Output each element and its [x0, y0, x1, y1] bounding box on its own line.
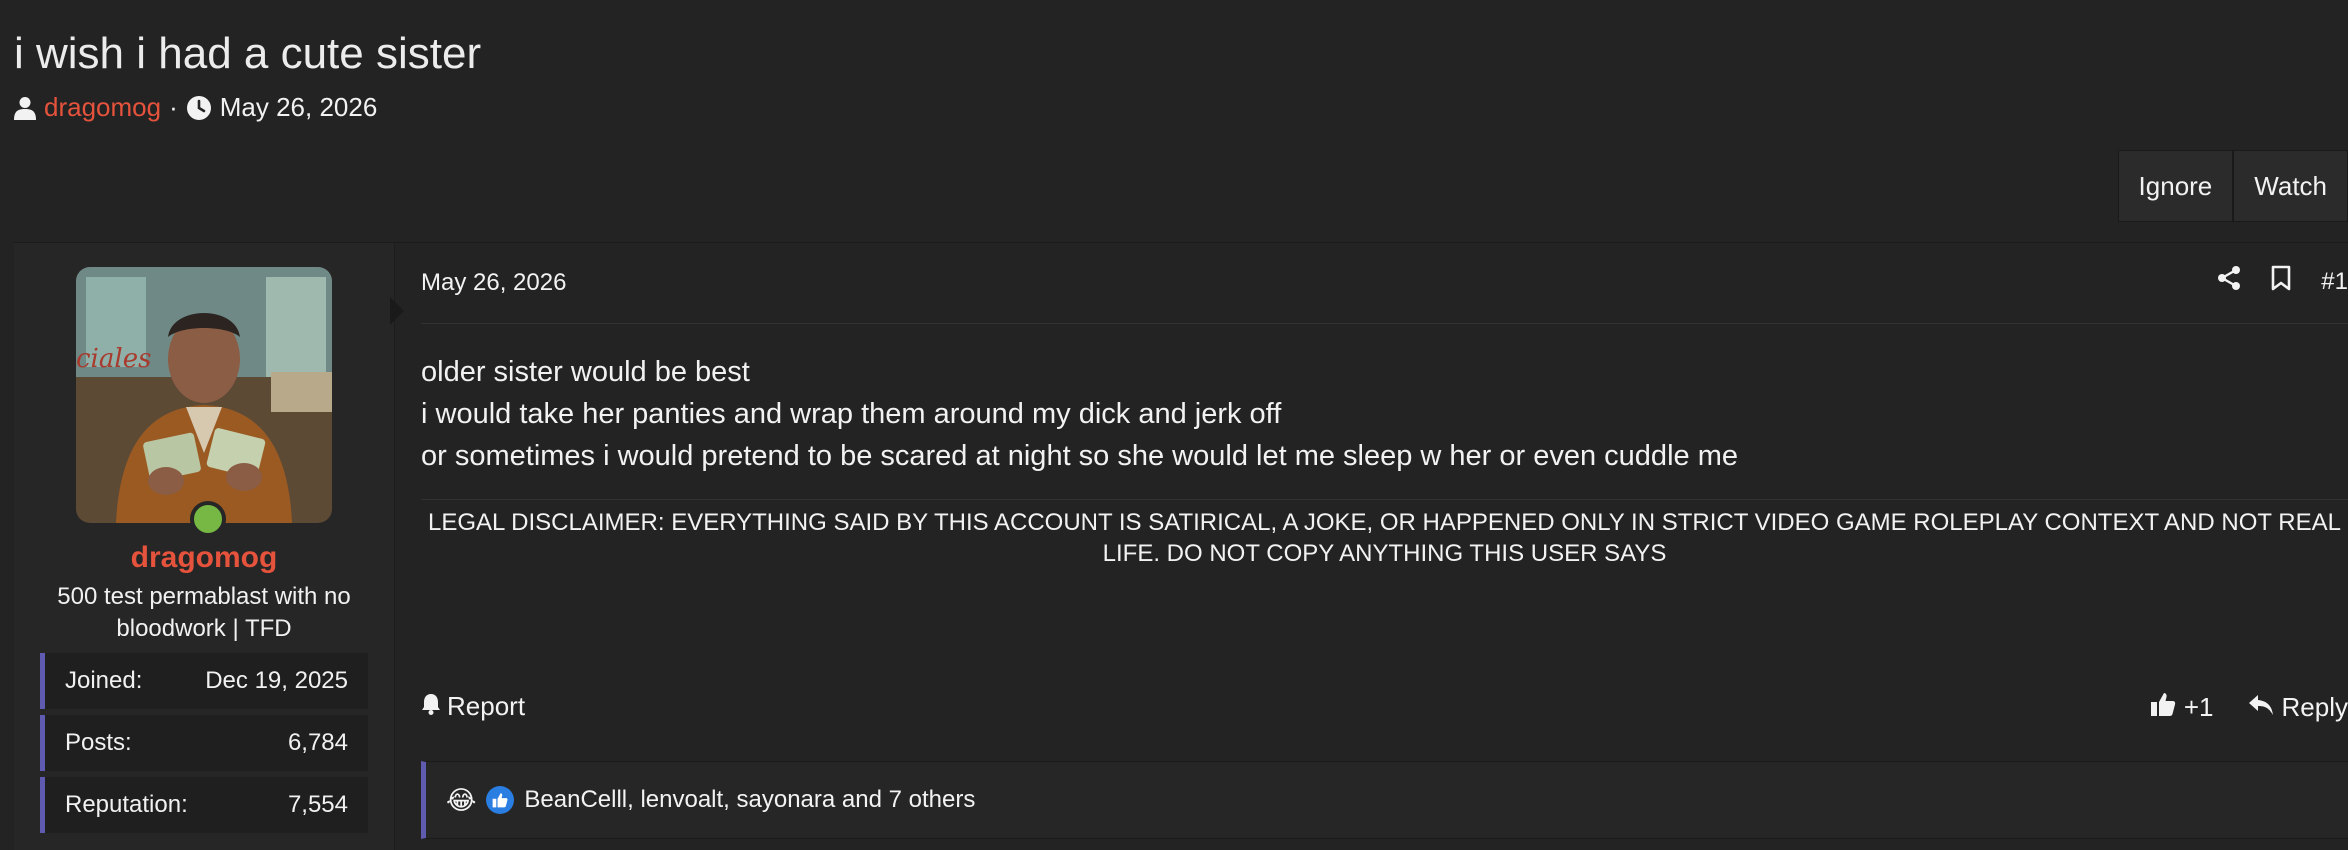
post-header-divider — [421, 323, 2348, 324]
user-stat-joined: Joined: Dec 19, 2025 — [40, 653, 368, 709]
thread-author-link[interactable]: dragomog — [44, 92, 161, 123]
thread-title: i wish i had a cute sister — [14, 29, 482, 78]
stat-label: Joined: — [65, 667, 143, 694]
forum-thread-page: i wish i had a cute sister dragomog · Ma… — [0, 0, 2348, 850]
user-stat-reputation: Reputation: 7,554 — [40, 777, 368, 833]
report-label: Report — [447, 691, 526, 721]
stat-value: 7,554 — [287, 791, 348, 818]
avatar[interactable]: ciales — [76, 267, 332, 523]
post-body-line: or sometimes i would pretend to be scare… — [421, 440, 1738, 472]
signature-divider — [421, 499, 2348, 500]
post-user-cell: ciales dragomog 500 test permablast with… — [14, 243, 395, 850]
user-icon — [14, 96, 36, 120]
laughing-emoji-icon: 😂 — [446, 785, 477, 815]
user-stat-posts: Posts: 6,784 — [40, 715, 368, 771]
message-arrow — [390, 297, 404, 325]
reply-button[interactable]: Reply — [2248, 691, 2348, 724]
post-tools: #1 — [2217, 265, 2348, 298]
like-reaction-icon — [486, 786, 515, 814]
stat-value: 6,784 — [287, 729, 348, 756]
meta-separator: · — [169, 92, 178, 122]
user-title: 500 test permablast with no bloodwork | … — [57, 583, 351, 642]
post-body-line: older sister would be best — [421, 356, 750, 388]
post-message-cell: May 26, 2026 #1 older sister would be be… — [395, 243, 2348, 850]
thread-date[interactable]: May 26, 2026 — [220, 92, 378, 123]
thumbs-up-icon — [2150, 691, 2176, 724]
post-date[interactable]: May 26, 2026 — [421, 269, 566, 297]
post: ciales dragomog 500 test permablast with… — [14, 242, 2348, 850]
ignore-button[interactable]: Ignore — [2117, 150, 2234, 222]
online-status-indicator — [190, 501, 226, 537]
post-body-line: i would take her panties and wrap them a… — [421, 398, 1282, 430]
svg-text:ciales: ciales — [76, 344, 151, 374]
reply-icon — [2248, 692, 2274, 723]
stat-label: Reputation: — [65, 791, 188, 818]
reply-label: Reply — [2281, 692, 2348, 722]
report-button[interactable]: Report — [421, 691, 525, 722]
signature-disclaimer: LEGAL DISCLAIMER: EVERYTHING SAID BY THI… — [428, 509, 2341, 567]
thread-actions: Ignore Watch — [2117, 150, 2348, 222]
share-icon[interactable] — [2217, 265, 2241, 298]
reactions-bar[interactable]: 😂 BeanCelll, lenvoalt, sayonara and 7 ot… — [421, 761, 2348, 839]
like-button[interactable]: +1 — [2150, 691, 2214, 724]
watch-button[interactable]: Watch — [2233, 150, 2348, 222]
bell-icon — [421, 691, 441, 722]
stat-label: Posts: — [65, 729, 132, 756]
bookmark-icon[interactable] — [2271, 265, 2291, 298]
like-count: +1 — [2183, 692, 2214, 722]
stat-value: Dec 19, 2025 — [205, 667, 348, 694]
thread-meta: dragomog · May 26, 2026 — [14, 92, 377, 123]
post-username[interactable]: dragomog — [14, 541, 394, 575]
post-number-link[interactable]: #1 — [2321, 268, 2348, 296]
post-actions: +1 Reply — [2150, 691, 2348, 724]
post-body: older sister would be best i would take … — [421, 351, 1738, 477]
clock-icon — [186, 95, 212, 121]
reactions-text[interactable]: BeanCelll, lenvoalt, sayonara and 7 othe… — [524, 786, 975, 814]
